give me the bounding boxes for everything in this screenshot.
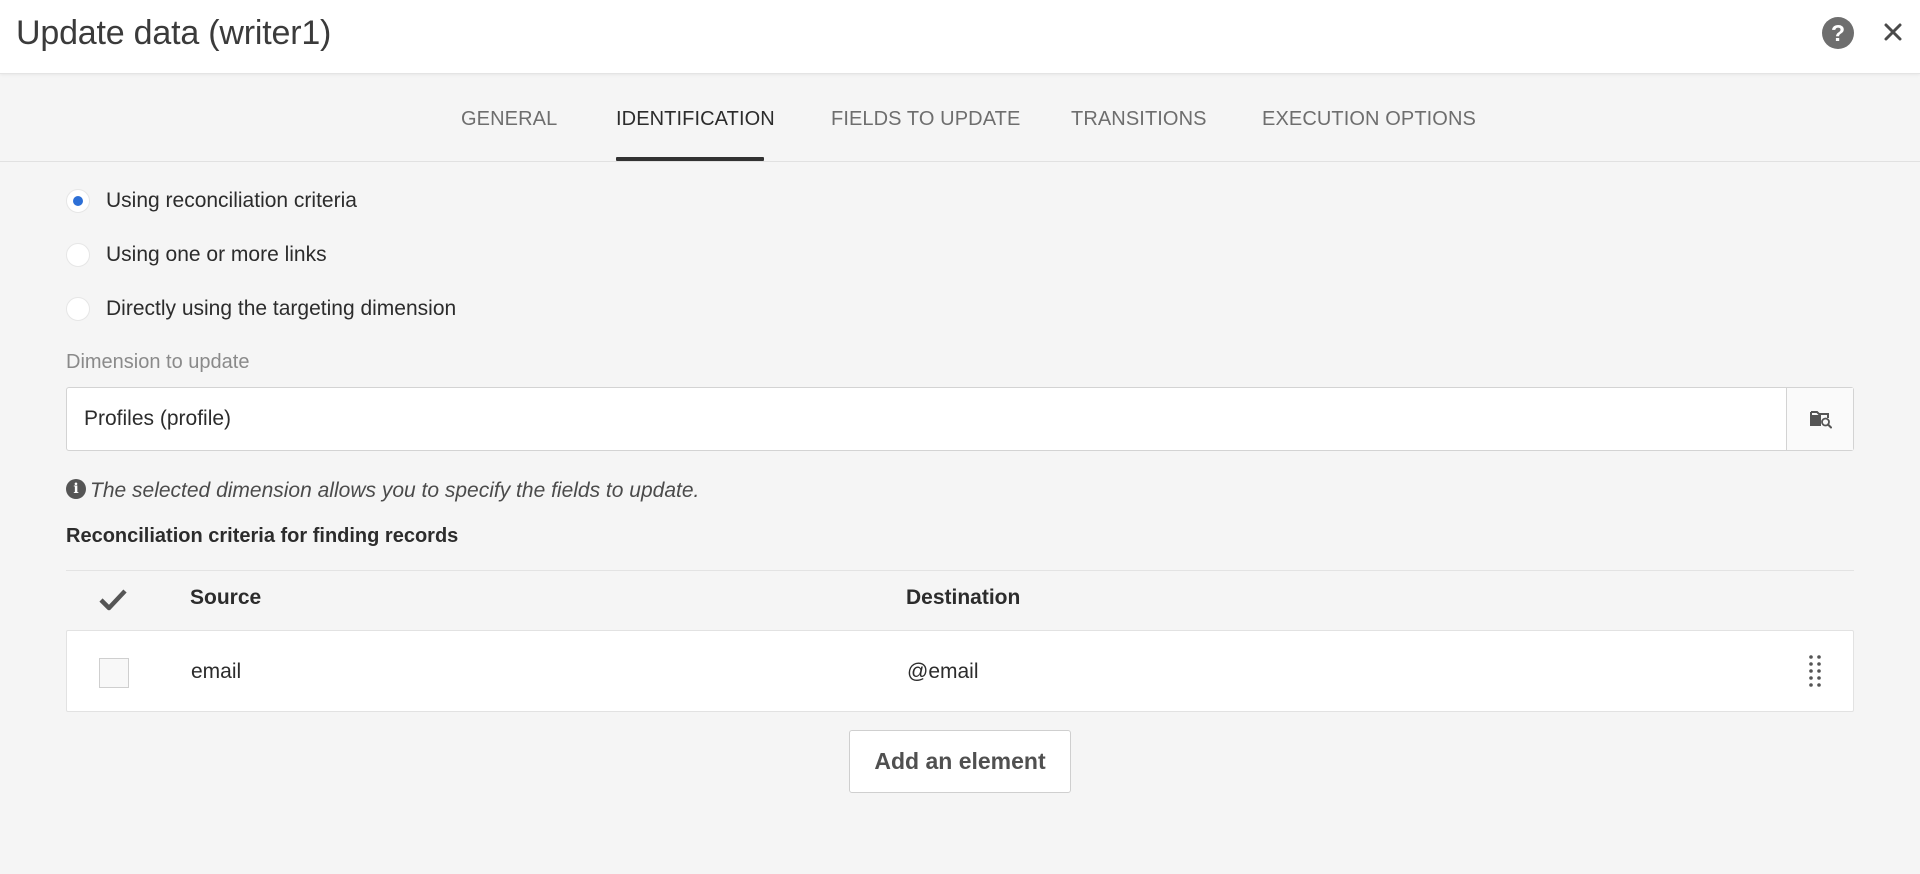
table-row[interactable]: email @email: [66, 630, 1854, 712]
dimension-value: Profiles (profile): [84, 407, 232, 430]
tab-bar: GENERAL IDENTIFICATION FIELDS TO UPDATE …: [0, 74, 1920, 162]
radio-label: Using reconciliation criteria: [106, 189, 357, 212]
row-source: email: [191, 660, 242, 683]
dimension-field[interactable]: Profiles (profile): [66, 387, 1854, 451]
radio-button[interactable]: [66, 189, 90, 213]
column-source: Source: [190, 586, 262, 609]
tab-fields-to-update[interactable]: FIELDS TO UPDATE: [831, 108, 1020, 131]
add-element-button[interactable]: Add an element: [849, 730, 1071, 793]
close-icon[interactable]: [1879, 14, 1907, 50]
help-icon[interactable]: ?: [1822, 17, 1854, 49]
tab-execution-options[interactable]: EXECUTION OPTIONS: [1262, 108, 1476, 131]
select-all-check-icon[interactable]: [98, 587, 128, 618]
tab-transitions[interactable]: TRANSITIONS: [1071, 108, 1207, 131]
radio-label: Directly using the targeting dimension: [106, 297, 457, 320]
criteria-table-header: Source Destination: [66, 570, 1854, 630]
dialog-title: Update data (writer1): [16, 14, 332, 52]
radio-label: Using one or more links: [106, 243, 327, 266]
column-destination: Destination: [906, 586, 1021, 609]
section-title: Reconciliation criteria for finding reco…: [66, 525, 459, 547]
dimension-label: Dimension to update: [66, 351, 250, 373]
tab-general[interactable]: GENERAL: [461, 108, 557, 131]
row-checkbox[interactable]: [99, 658, 129, 688]
radio-button[interactable]: [66, 297, 90, 321]
active-tab-indicator: [616, 157, 764, 161]
radio-button[interactable]: [66, 243, 90, 267]
tab-identification[interactable]: IDENTIFICATION: [616, 108, 775, 131]
row-destination: @email: [907, 660, 979, 683]
dialog-header: Update data (writer1) ?: [0, 0, 1920, 74]
folder-search-icon: [1810, 411, 1832, 429]
drag-handle-icon[interactable]: [1807, 653, 1823, 689]
dimension-picker-button[interactable]: [1786, 388, 1853, 450]
info-message: The selected dimension allows you to spe…: [90, 479, 700, 502]
info-icon: i: [66, 479, 86, 499]
